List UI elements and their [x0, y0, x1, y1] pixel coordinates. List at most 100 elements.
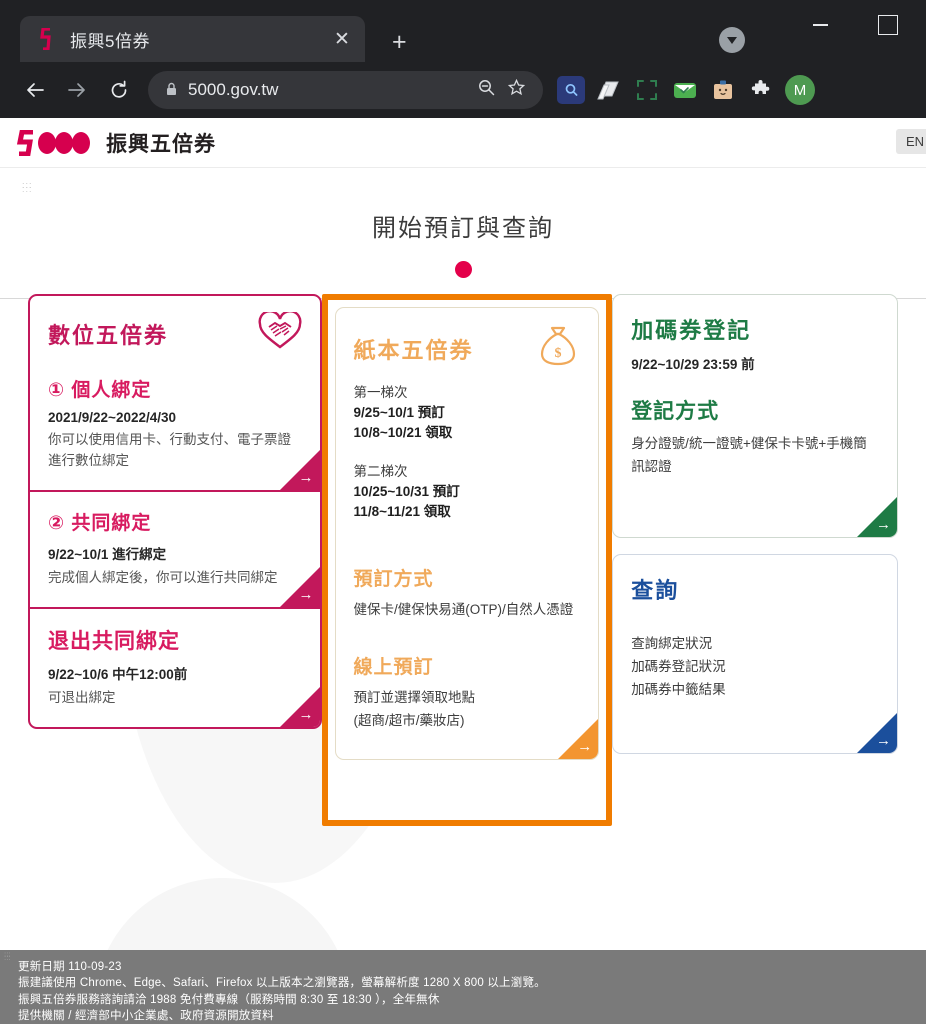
site-logo[interactable]: 振興五倍券 [16, 128, 216, 158]
box-extension-icon[interactable] [709, 76, 737, 104]
footer-line-2: 振建議使用 Chrome、Edge、Safari、Firefox 以上版本之瀏覽… [18, 977, 546, 990]
url-text: 5000.gov.tw [188, 80, 279, 99]
card-paper-header: 紙本五倍券 $ [336, 308, 599, 377]
browser-tab[interactable]: 振興5倍券 ✕ [20, 16, 365, 62]
batch-reserve: 10/25~10/31 預訂 [353, 483, 460, 499]
batch-pickup: 10/8~10/21 領取 [353, 425, 453, 441]
section-date: 9/22~10/1 進行綁定 [48, 546, 167, 562]
card-paper-title: 紙本五倍券 [353, 337, 474, 363]
footer-dots-decoration: :::::: [4, 950, 11, 962]
go-corner[interactable] [279, 686, 320, 727]
section-joint-binding[interactable]: ② 共同綁定 9/22~10/1 進行綁定 完成個人綁定後，你可以進行共同綁定 … [30, 489, 320, 607]
documents-extension-icon[interactable] [595, 76, 623, 104]
go-corner[interactable] [279, 449, 320, 490]
column-right: 加碼券登記 9/22~10/29 23:59 前 登記方式 身分證號/統一證號+… [612, 294, 898, 754]
card-query[interactable]: 查詢 查詢綁定狀況 加碼券登記狀況 加碼券中籤結果 → [612, 554, 898, 754]
tab-strip: 振興5倍券 ✕ + [0, 0, 926, 62]
zoom-out-icon[interactable] [471, 79, 501, 101]
search-extension-icon[interactable] [557, 76, 585, 104]
paper-batches: 第一梯次 9/25~10/1 預訂 10/8~10/21 領取 第二梯次 10/… [336, 377, 599, 554]
maximize-window-button[interactable] [866, 8, 910, 42]
window-controls [798, 8, 910, 42]
footer-line-4: 提供機關 / 經濟部中小企業處、政府資源開放資料 [18, 1009, 274, 1022]
section-personal-binding[interactable]: ① 個人綁定 2021/9/22~2022/4/30 你可以使用信用卡、行動支付… [30, 359, 320, 490]
browser-chrome: 振興5倍券 ✕ + 5000.gov.tw M [0, 0, 926, 118]
batch-2: 第二梯次 10/25~10/31 預訂 11/8~11/21 領取 [354, 460, 581, 523]
section-body: 預訂並選擇領取地點 (超商/超市/藥妝店) [353, 689, 476, 728]
section-desc: 可退出綁定 [48, 689, 116, 705]
page-content: :::::: 開始預訂與查詢 數位五倍券 ① 個人綁定 2021/9/22~20… [0, 168, 926, 1024]
section-body: 健保卡/健保快易通(OTP)/自然人憑證 [353, 602, 574, 617]
tab-title: 振興5倍券 [70, 31, 150, 51]
section-heading: 線上預訂 [353, 656, 434, 678]
highlight-annotation-box: 紙本五倍券 $ 第一梯次 9/25~10/1 預訂 10/8~10/21 領取 … [321, 294, 613, 826]
bonus-desc: 身分證號/統一證號+健保卡卡號+手機簡訊認證 [631, 436, 867, 474]
section-date: 2021/9/22~2022/4/30 [48, 410, 176, 425]
site-favicon-icon [36, 26, 58, 52]
logo-5000-icon [16, 129, 90, 156]
column-paper: 紙本五倍券 $ 第一梯次 9/25~10/1 預訂 10/8~10/21 領取 … [321, 294, 613, 826]
new-tab-button[interactable]: + [392, 28, 407, 57]
back-icon[interactable] [14, 69, 56, 111]
browser-toolbar: 5000.gov.tw M [0, 62, 926, 118]
go-corner[interactable] [856, 497, 897, 537]
card-paper-voucher[interactable]: 紙本五倍券 $ 第一梯次 9/25~10/1 預訂 10/8~10/21 領取 … [334, 307, 600, 760]
bookmark-star-icon[interactable] [501, 78, 531, 101]
profile-avatar[interactable]: M [785, 75, 815, 105]
section-heading: ① 個人綁定 [48, 380, 152, 401]
batch-label: 第一梯次 [353, 385, 408, 400]
section-online-reservation[interactable]: 線上預訂 預訂並選擇領取地點 (超商/超市/藥妝店) → [336, 628, 599, 759]
forward-icon[interactable] [56, 69, 98, 111]
mail-extension-icon[interactable] [671, 76, 699, 104]
footer-line-1: 更新日期 110-09-23 [18, 961, 122, 973]
tab-search-caret-icon[interactable] [719, 27, 745, 53]
site-header: 振興五倍券 EN [0, 118, 926, 168]
query-body: 查詢 查詢綁定狀況 加碼券登記狀況 加碼券中籤結果 [613, 555, 897, 724]
section-desc: 你可以使用信用卡、行動支付、電子票證進行數位綁定 [48, 432, 291, 468]
batch-1: 第一梯次 9/25~10/1 預訂 10/8~10/21 領取 [354, 381, 581, 444]
footer-line-3: 振興五倍券服務諮詢請洽 1988 免付費專線（服務時間 8:30 至 18:30… [18, 993, 440, 1006]
puzzle-extensions-icon[interactable] [747, 76, 775, 104]
batch-reserve: 9/25~10/1 預訂 [353, 405, 445, 420]
query-item-1: 查詢綁定狀況 [631, 636, 713, 651]
go-corner[interactable] [558, 718, 599, 759]
card-bonus-registration[interactable]: 加碼券登記 9/22~10/29 23:59 前 登記方式 身分證號/統一證號+… [612, 294, 898, 538]
capture-extension-icon[interactable] [633, 76, 661, 104]
minimize-window-button[interactable] [798, 8, 842, 42]
card-gap [612, 538, 898, 554]
svg-text:$: $ [555, 346, 562, 361]
batch-label: 第二梯次 [353, 463, 408, 479]
card-digital-header: 數位五倍券 [30, 296, 320, 359]
bonus-body: 加碼券登記 9/22~10/29 23:59 前 登記方式 身分證號/統一證號+… [613, 295, 897, 499]
page-title: 開始預訂與查詢 [372, 215, 554, 242]
site-logo-text: 振興五倍券 [106, 132, 216, 156]
card-digital-title: 數位五倍券 [48, 322, 169, 348]
section-heading: 退出共同綁定 [48, 629, 180, 653]
column-digital: 數位五倍券 ① 個人綁定 2021/9/22~2022/4/30 你可以使用信用… [28, 294, 322, 729]
lock-icon [160, 82, 182, 99]
section-reservation-method: 預訂方式 健保卡/健保快易通(OTP)/自然人憑證 [336, 554, 599, 628]
section-heading: ② 共同綁定 [48, 512, 152, 534]
card-query-title: 查詢 [631, 578, 680, 603]
section-exit-joint-binding[interactable]: 退出共同綁定 9/22~10/6 中午12:00前 可退出綁定 → [30, 606, 320, 727]
section-heading: 預訂方式 [353, 569, 434, 590]
bonus-date: 9/22~10/29 23:59 前 [631, 357, 755, 372]
handshake-heart-icon [258, 310, 302, 355]
card-digital-voucher[interactable]: 數位五倍券 ① 個人綁定 2021/9/22~2022/4/30 你可以使用信用… [28, 294, 322, 729]
page-footer: :::::: 更新日期 110-09-23 振建議使用 Chrome、Edge、… [0, 950, 926, 1024]
card-bonus-title: 加碼券登記 [631, 318, 752, 343]
language-toggle-button[interactable]: EN [895, 129, 926, 154]
bonus-sub-heading: 登記方式 [631, 400, 720, 423]
cards-grid: 數位五倍券 ① 個人綁定 2021/9/22~2022/4/30 你可以使用信用… [0, 294, 926, 826]
go-corner[interactable] [856, 713, 897, 753]
address-bar[interactable]: 5000.gov.tw [148, 71, 543, 109]
query-item-2: 加碼券登記狀況 [631, 658, 726, 674]
reload-icon[interactable] [98, 69, 140, 111]
batch-pickup: 11/8~11/21 領取 [353, 503, 451, 519]
query-item-3: 加碼券中籤結果 [631, 681, 726, 697]
section-date: 9/22~10/6 中午12:00前 [48, 666, 188, 682]
web-page: 振興五倍券 EN :::::: 開始預訂與查詢 數位五倍券 ① 個人綁定 202… [0, 118, 926, 1024]
go-corner[interactable] [279, 566, 320, 607]
extensions-tray: M [557, 75, 815, 105]
close-tab-icon[interactable]: ✕ [329, 28, 355, 51]
